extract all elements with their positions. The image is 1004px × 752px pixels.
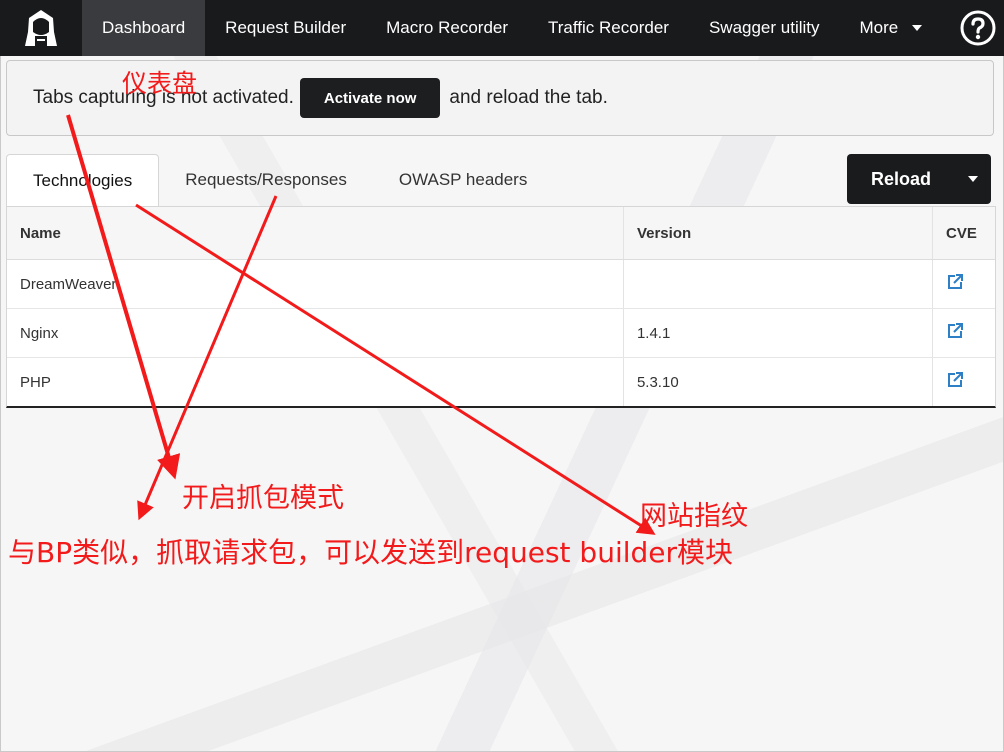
logo-hacker-icon[interactable] [0,0,82,56]
annotation-dashboard: 仪表盘 [122,69,198,98]
nav-macro-recorder[interactable]: Macro Recorder [366,0,528,56]
tab-requests-responses[interactable]: Requests/Responses [159,154,373,206]
top-navbar: Dashboard Request Builder Macro Recorder… [0,0,1004,56]
cell-version: 5.3.10 [623,357,934,406]
cell-version: 1.4.1 [623,308,934,358]
nav-more-dropdown[interactable]: More [840,0,943,56]
alert-message-suffix: and reload the tab. [449,87,608,108]
cell-cve [933,358,996,407]
nav-more-label: More [859,18,899,37]
cell-version [623,259,934,309]
external-link-icon[interactable] [946,273,964,291]
table-row: DreamWeaver [7,259,995,309]
content-tabs: Technologies Requests/Responses OWASP he… [6,154,554,207]
reload-dropdown-toggle[interactable] [955,154,991,204]
column-header-name[interactable]: Name [7,207,624,260]
cell-cve [932,259,995,309]
nav-dashboard[interactable]: Dashboard [82,0,206,56]
annotation-fingerprint: 网站指纹 [640,501,748,532]
cell-name: DreamWeaver [7,259,624,309]
column-header-version[interactable]: Version [623,207,934,260]
external-link-icon[interactable] [946,371,964,389]
technologies-table: Name Version CVE DreamWeaver Nginx 1.4.1 [6,206,996,408]
nav-swagger-utility[interactable]: Swagger utility [689,0,840,56]
caret-down-icon [912,25,923,31]
caret-down-icon [968,176,978,182]
reload-button[interactable]: Reload [847,154,955,204]
external-link-icon[interactable] [946,322,964,340]
cell-name: Nginx [7,308,624,358]
cell-name: PHP [7,357,624,406]
tab-technologies[interactable]: Technologies [6,154,160,207]
help-icon[interactable] [960,10,996,46]
table-header-row: Name Version CVE [7,207,995,260]
column-header-cve[interactable]: CVE [932,207,995,260]
tab-owasp-headers[interactable]: OWASP headers [373,154,554,206]
table-row: PHP 5.3.10 [7,357,996,407]
table-row: Nginx 1.4.1 [7,308,995,358]
annotation-bp-note: 与BP类似，抓取请求包，可以发送到request builder模块 [8,536,734,569]
reload-button-group: Reload [847,154,991,204]
cell-cve [932,308,995,358]
activate-now-button[interactable]: Activate now [299,78,441,118]
nav-request-builder[interactable]: Request Builder [205,0,366,56]
annotation-capture-mode: 开启抓包模式 [182,483,344,514]
nav-traffic-recorder[interactable]: Traffic Recorder [528,0,689,56]
